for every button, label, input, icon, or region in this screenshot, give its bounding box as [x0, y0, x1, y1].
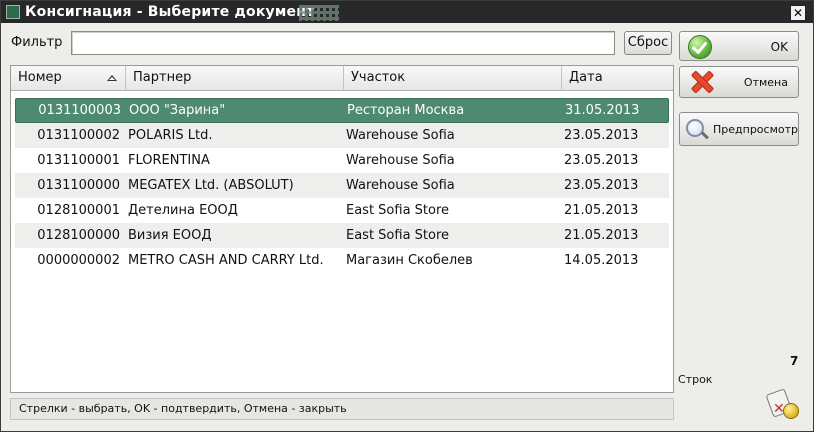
table-row[interactable]: 0000000002 METRO CASH AND CARRY Ltd. Маг…	[15, 248, 669, 273]
table-row[interactable]: 0128100000 Визия ЕООД East Sofia Store 2…	[15, 223, 669, 248]
cell-number: 0131100001	[37, 153, 120, 168]
coin-shape	[783, 403, 799, 419]
table-row[interactable]: 0128100001 Детелина ЕООД East Sofia Stor…	[15, 198, 669, 223]
row-count-label: Строк	[678, 373, 713, 386]
cell-date: 23.05.2013	[564, 153, 639, 168]
cell-partner: ООО "Зарина"	[129, 103, 226, 118]
cell-area: Warehouse Sofia	[346, 153, 455, 168]
cell-partner: Визия ЕООД	[128, 228, 212, 243]
ok-button-label: OK	[770, 40, 788, 54]
cell-date: 21.05.2013	[564, 203, 639, 218]
close-icon[interactable]: ✕	[790, 5, 806, 21]
cell-area: East Sofia Store	[346, 228, 450, 243]
table-row[interactable]: 0131100003 ООО "Зарина" Ресторан Москва …	[15, 98, 669, 123]
documents-table: Номер Партнер Участок Дата 0131100003 ОО…	[10, 65, 674, 393]
cell-number: 0131100003	[38, 103, 121, 118]
cell-area: Warehouse Sofia	[346, 178, 455, 193]
cancel-button-label: Отмена	[743, 76, 788, 89]
cell-number: 0131100002	[37, 128, 120, 143]
filter-label: Фильтр	[11, 35, 63, 50]
price-tag-coin-icon[interactable]: ✕	[765, 388, 799, 419]
row-count-value: 7	[790, 354, 799, 368]
cell-partner: POLARIS Ltd.	[128, 128, 213, 143]
preview-button-label: Предпросмотр	[713, 123, 798, 136]
status-bar: Стрелки - выбрать, OK - подтвердить, Отм…	[10, 398, 674, 420]
window-app-icon	[6, 5, 20, 19]
column-header-partner[interactable]: Партнер	[126, 66, 344, 90]
check-circle-icon	[688, 35, 712, 59]
column-header-label: Партнер	[133, 70, 192, 85]
cell-partner: METRO CASH AND CARRY Ltd.	[128, 253, 324, 268]
cell-date: 23.05.2013	[564, 178, 639, 193]
cancel-button[interactable]: Отмена	[679, 66, 799, 98]
cell-area: Warehouse Sofia	[346, 128, 455, 143]
window-title: Консигнация - Выберите документ	[25, 4, 315, 20]
column-header-label: Дата	[569, 70, 603, 85]
cell-partner: MEGATEX Ltd. (ABSOLUT)	[128, 178, 294, 193]
column-header-date[interactable]: Дата	[562, 66, 673, 90]
column-header-area[interactable]: Участок	[344, 66, 562, 90]
reset-filter-button[interactable]: Сброс	[624, 31, 672, 55]
cell-number: 0128100001	[37, 203, 120, 218]
table-row[interactable]: 0131100000 MEGATEX Ltd. (ABSOLUT) Wareho…	[15, 173, 669, 198]
ok-button[interactable]: OK	[679, 31, 799, 61]
cell-area: Магазин Скобелев	[346, 253, 473, 268]
red-x-icon	[690, 70, 714, 94]
table-row[interactable]: 0131100001 FLORENTINA Warehouse Sofia 23…	[15, 148, 669, 173]
sort-ascending-icon	[107, 75, 117, 81]
column-header-label: Участок	[351, 70, 406, 85]
title-grip-decoration	[299, 5, 339, 21]
cell-number: 0131100000	[37, 178, 120, 193]
cell-date: 31.05.2013	[565, 103, 640, 118]
cell-date: 21.05.2013	[564, 228, 639, 243]
table-row[interactable]: 0131100002 POLARIS Ltd. Warehouse Sofia …	[15, 123, 669, 148]
column-header-number[interactable]: Номер	[11, 66, 126, 90]
status-hint: Стрелки - выбрать, OK - подтвердить, Отм…	[19, 402, 347, 415]
cell-area: East Sofia Store	[346, 203, 450, 218]
cell-number: 0000000002	[37, 253, 120, 268]
title-bar[interactable]: Консигнация - Выберите документ ✕	[1, 1, 813, 23]
magnifier-icon	[686, 119, 704, 137]
column-header-label: Номер	[18, 70, 62, 85]
cell-partner: Детелина ЕООД	[128, 203, 238, 218]
dialog-window: Консигнация - Выберите документ ✕ Фильтр…	[0, 0, 814, 432]
preview-button[interactable]: Предпросмотр	[679, 112, 799, 146]
cell-date: 23.05.2013	[564, 128, 639, 143]
cell-partner: FLORENTINA	[128, 153, 210, 168]
filter-input[interactable]	[71, 31, 615, 55]
table-body: 0131100003 ООО "Зарина" Ресторан Москва …	[15, 98, 669, 273]
cell-area: Ресторан Москва	[347, 103, 465, 118]
cell-date: 14.05.2013	[564, 253, 639, 268]
table-header: Номер Партнер Участок Дата	[11, 66, 673, 91]
cell-number: 0128100000	[37, 228, 120, 243]
